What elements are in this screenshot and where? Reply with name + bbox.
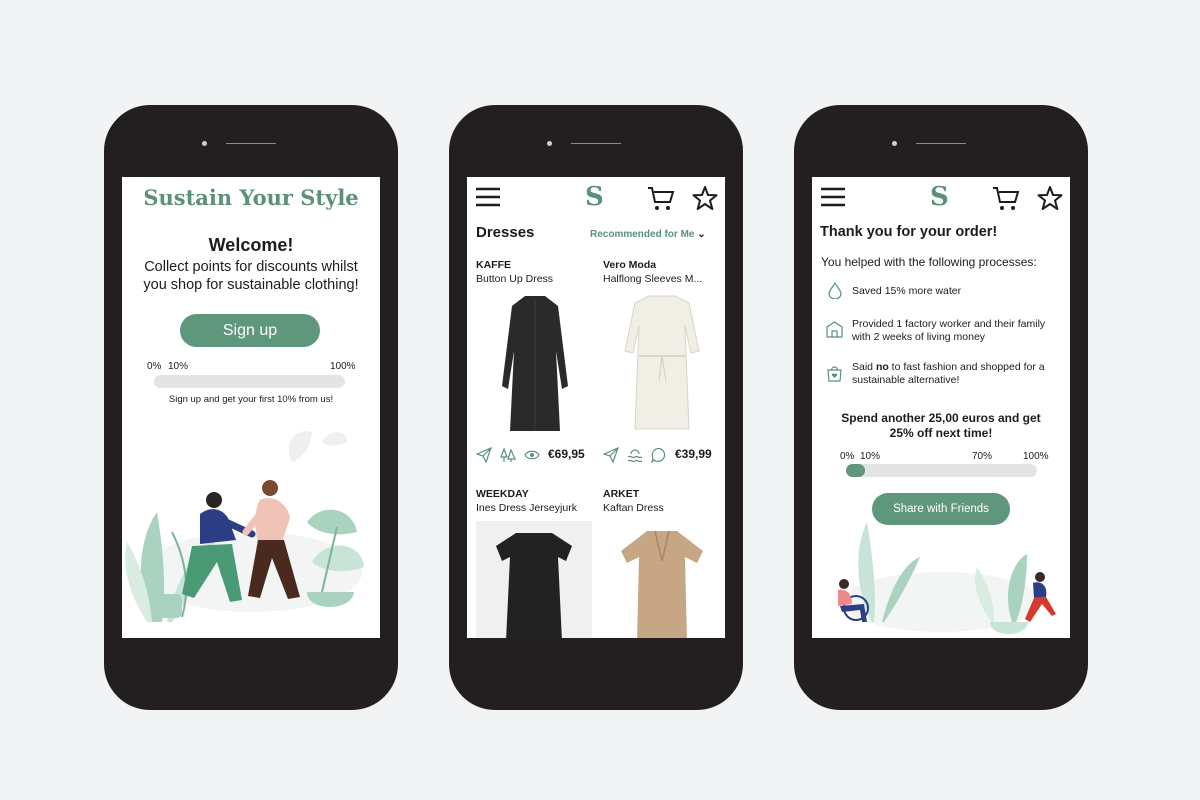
brand-title: Sustain Your Style [143,185,359,210]
plane-icon [476,447,492,463]
impact-intro: You helped with the following processes: [821,255,1037,269]
camera-dot [202,141,207,146]
product-price: €69,95 [548,447,585,461]
impact-water: Saved 15% more water [852,285,962,297]
water-drop-icon [828,282,842,299]
eye-icon [524,450,540,460]
hamburger-menu-icon[interactable] [820,186,846,208]
product-image-white-dress [624,295,700,430]
trees-icon [500,447,516,462]
hamburger-menu-icon[interactable] [475,186,501,208]
category-heading: Dresses [476,224,535,241]
catalog-screen: S Dresses Recommended for Me ⌄ KAFFE But… [467,177,725,638]
walking-couple-illustration [125,431,364,622]
points-progress-bar [846,464,1037,477]
points-progress-fill [846,464,866,477]
progress-label-end: 100% [1023,451,1049,462]
product-price: €39,99 [675,447,712,461]
cart-icon[interactable] [647,186,675,212]
camera-dot [892,141,897,146]
favorites-star-icon[interactable] [692,185,718,211]
product-image-black-shirt-dress [502,296,568,431]
phone-frame-welcome: Sustain Your Style Welcome! Collect poin… [104,105,398,710]
welcome-screen: Sustain Your Style Welcome! Collect poin… [122,177,380,638]
speaker-grill [226,143,276,144]
product-card-1[interactable]: KAFFE Button Up Dress €69,95 [476,259,594,469]
progress-label-start: 0% [147,361,162,372]
product-card-2[interactable]: Vero Moda Halflong Sleeves M... €39,99 [603,259,721,469]
favorites-star-icon[interactable] [1037,185,1063,211]
welcome-heading: Welcome! [208,235,294,255]
product-brand: WEEKDAY [476,488,529,500]
discount-offer: Spend another 25,00 euros and get 25% of… [841,411,1041,440]
welcome-tagline: Collect points for discounts whilst you … [143,259,359,293]
thank-you-heading: Thank you for your order! [820,224,998,240]
impact-living-wage: Provided 1 factory worker and their fami… [852,318,1046,343]
phone-frame-catalog: S Dresses Recommended for Me ⌄ KAFFE But… [449,105,743,710]
factory-icon [826,321,843,338]
sign-up-button[interactable]: Sign up [180,314,320,347]
app-logo[interactable]: S [930,182,949,212]
product-image-black-tshirt-dress [476,521,592,638]
progress-label-current: 10% [860,451,881,462]
chevron-down-icon: ⌄ [697,229,706,240]
progress-label-start: 0% [840,451,855,462]
phone-frame-confirmation: S Thank you for your order! You helped w… [794,105,1088,710]
product-card-4[interactable]: ARKET Kaftan Dress [603,488,721,638]
plane-icon [603,447,619,463]
progress-note: Sign up and get your first 10% from us! [168,394,334,405]
product-image-kaftan-dress [621,530,703,638]
progress-label-mid: 70% [972,451,993,462]
product-name: Kaftan Dress [603,502,664,514]
product-name: Halflong Sleeves M... [603,273,703,285]
app-logo[interactable]: S [585,182,604,212]
product-card-3[interactable]: WEEKDAY Ines Dress Jerseyjurk [476,488,594,638]
speaker-grill [916,143,966,144]
speaker-grill [571,143,621,144]
progress-label-current: 10% [168,361,189,372]
points-progress-bar [154,375,345,388]
product-name: Ines Dress Jerseyjurk [476,502,577,514]
impact-text-bold: no [875,361,889,373]
camera-dot [547,141,552,146]
product-name: Button Up Dress [476,273,554,285]
chat-heart-icon [651,447,666,463]
shopping-bag-icon [827,366,842,382]
progress-label-end: 100% [330,361,356,372]
celebration-illustration [838,522,1056,634]
sort-dropdown[interactable]: Recommended for Me ⌄ [590,229,706,240]
product-brand: Vero Moda [603,259,657,271]
dress-shape [496,533,572,638]
order-confirmation-screen: S Thank you for your order! You helped w… [812,177,1070,638]
sun-water-icon [627,449,643,463]
impact-text-pre: Said [852,361,876,373]
cart-icon[interactable] [992,186,1020,212]
impact-no-fast-fashion: Said no to fast fashion and shopped for … [852,361,1052,387]
product-brand: ARKET [603,488,640,500]
sort-label: Recommended for Me [590,229,695,240]
product-brand: KAFFE [476,259,511,271]
